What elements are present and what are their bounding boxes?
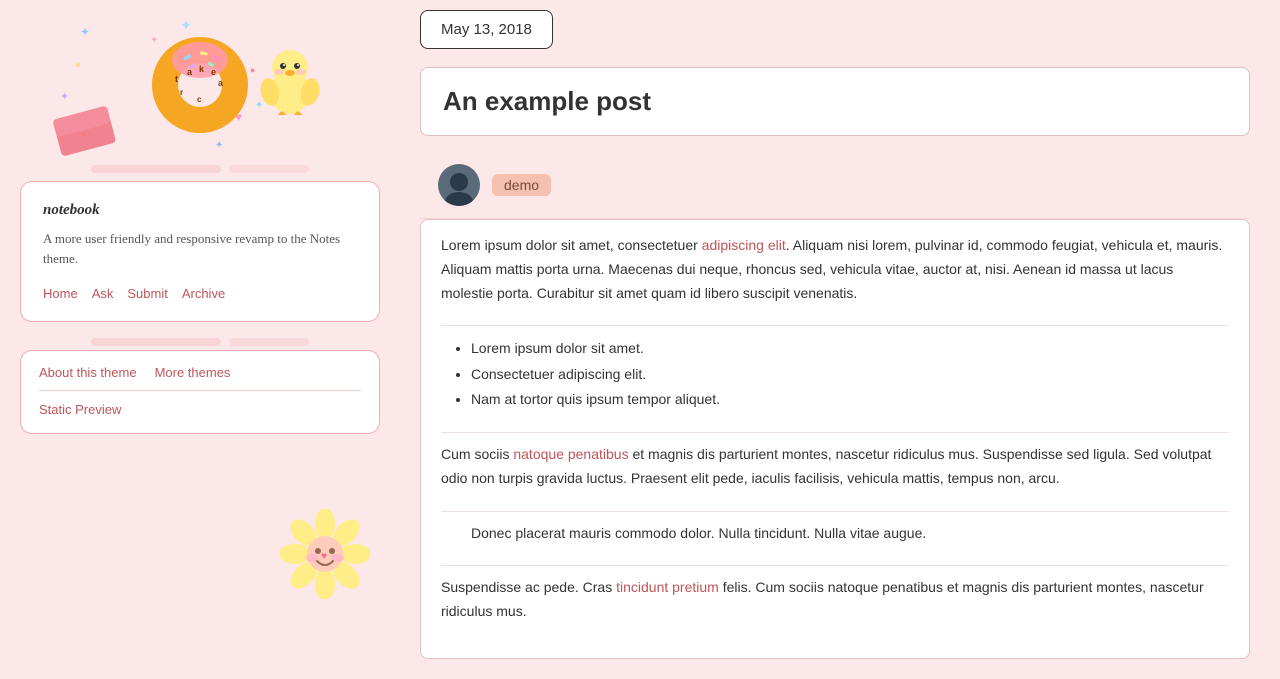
tag-badge: demo [492, 174, 551, 196]
about-theme-link[interactable]: About this theme [39, 365, 137, 380]
more-themes-link[interactable]: More themes [155, 365, 231, 380]
flower-sticker: ♥ [280, 509, 370, 599]
svg-text:e: e [211, 67, 216, 77]
paragraph-3: Suspendisse ac pede. Cras tincidunt pret… [441, 576, 1229, 624]
svg-text:♥: ♥ [321, 551, 327, 562]
svg-text:c: c [197, 95, 202, 104]
nav-home[interactable]: Home [43, 286, 78, 301]
sparkle-icon: ✦ [60, 90, 69, 103]
date-badge: May 13, 2018 [420, 10, 553, 49]
link-adipiscing[interactable]: adipiscing elit [702, 237, 786, 253]
list-item: Nam at tortor quis ipsum tempor aliquet. [471, 387, 1229, 412]
list: Lorem ipsum dolor sit amet. Consectetuer… [471, 336, 1229, 412]
post-title: An example post [443, 86, 1227, 117]
content-block-list: Lorem ipsum dolor sit amet. Consectetuer… [441, 336, 1229, 433]
circle-icon: ● [75, 60, 81, 71]
paragraph-1: Lorem ipsum dolor sit amet, consectetuer… [441, 234, 1229, 305]
avatar [438, 164, 480, 206]
main-content: May 13, 2018 An example post demo [400, 0, 1280, 679]
sparkle-icon: ✦ [80, 25, 90, 40]
theme-nav: Home Ask Submit Archive [43, 286, 357, 301]
link-natoque[interactable]: natoque penatibus [513, 446, 628, 462]
actions-row: About this theme More themes [39, 365, 361, 391]
content-block-blockquote: Donec placerat mauris commodo dolor. Nul… [441, 522, 1229, 567]
deco-bar [91, 165, 221, 173]
svg-text:t: t [175, 74, 178, 84]
nav-archive[interactable]: Archive [182, 286, 225, 301]
svg-text:r: r [180, 88, 183, 97]
paragraph-2: Cum sociis natoque penatibus et magnis d… [441, 443, 1229, 491]
nav-ask[interactable]: Ask [92, 286, 114, 301]
theme-name: notebook [43, 202, 357, 219]
list-item: Lorem ipsum dolor sit amet. [471, 336, 1229, 361]
link-tincidunt[interactable]: tincidunt pretium [616, 579, 719, 595]
deco-bar [229, 338, 309, 346]
actions-card: About this theme More themes Static Prev… [20, 350, 380, 434]
deco-bar [229, 165, 309, 173]
static-preview-link[interactable]: Static Preview [39, 402, 121, 417]
content-block-3: Suspendisse ac pede. Cras tincidunt pret… [441, 576, 1229, 644]
post-meta-row: demo [420, 154, 1250, 219]
content-block-1: Lorem ipsum dolor sit amet, consectetuer… [441, 234, 1229, 326]
content-block-2: Cum sociis natoque penatibus et magnis d… [441, 443, 1229, 512]
post-body: Lorem ipsum dolor sit amet, consectetuer… [421, 220, 1249, 658]
actions-row2: Static Preview [39, 399, 361, 419]
list-item: Consectetuer adipiscing elit. [471, 362, 1229, 387]
blockquote-text: Donec placerat mauris commodo dolor. Nul… [471, 522, 1229, 546]
sidebar: ✦ ✦ ✦ ★ ● ● ✦ ✦ ✦ ♥ ✦ [0, 0, 400, 679]
donut-sticker: t a k e a r c [145, 30, 255, 145]
theme-description: A more user friendly and responsive reva… [43, 229, 357, 268]
sticker-area: ✦ ✦ ✦ ★ ● ● ✦ ✦ ✦ ♥ ✦ [20, 10, 380, 165]
post-content: Lorem ipsum dolor sit amet, consectetuer… [420, 219, 1250, 659]
theme-card: notebook A more user friendly and respon… [20, 181, 380, 322]
nav-submit[interactable]: Submit [127, 286, 167, 301]
chick-sticker [260, 40, 320, 120]
post-title-box: An example post [420, 67, 1250, 136]
deco-bar [91, 338, 221, 346]
